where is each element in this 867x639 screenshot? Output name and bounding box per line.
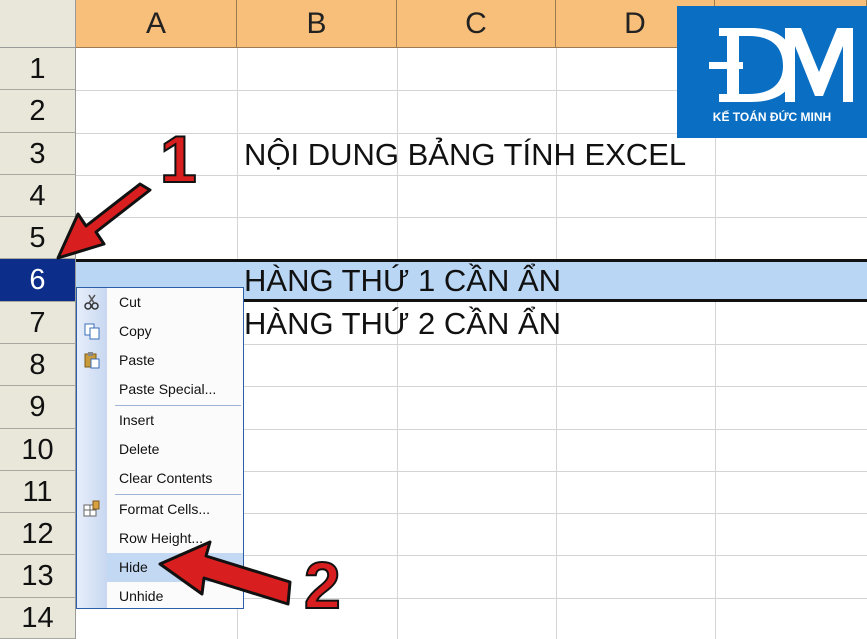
arrow-2-icon <box>158 540 292 606</box>
step-1-label: 1 <box>159 122 198 196</box>
annotation-overlay <box>56 182 292 606</box>
arrow-1-icon <box>56 182 152 260</box>
step-2-label: 2 <box>303 548 342 622</box>
spreadsheet: A B C D 1 2 3 4 5 6 7 8 9 10 11 12 13 14… <box>0 0 867 639</box>
